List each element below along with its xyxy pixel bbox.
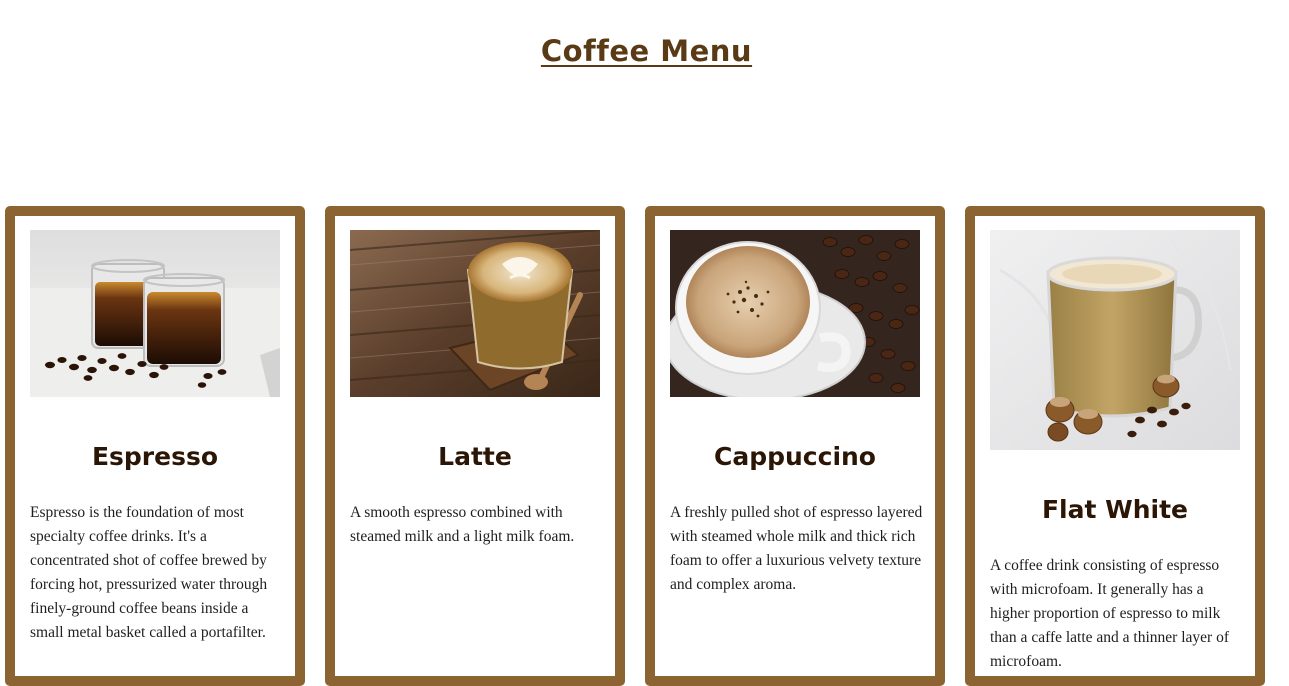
menu-card-flat-white: Flat White A coffee drink consisting of …: [965, 206, 1265, 686]
menu-card-description: A freshly pulled shot of espresso layere…: [670, 504, 923, 593]
espresso-image: [30, 230, 280, 397]
menu-card-title: Espresso: [91, 442, 219, 471]
menu-card-title: Latte: [438, 442, 512, 471]
menu-card-latte: Latte A smooth espresso combined with st…: [325, 206, 625, 686]
menu-card-description: Espresso is the foundation of most speci…: [30, 504, 268, 641]
menu-card-espresso: Espresso Espresso is the foundation of m…: [5, 206, 305, 686]
menu-card-cappuccino: Cappuccino A freshly pulled shot of espr…: [645, 206, 945, 686]
latte-image: [350, 230, 600, 397]
menu-card-title: Cappuccino: [714, 442, 876, 471]
menu-card-description: A coffee drink consisting of espresso wi…: [990, 557, 1229, 670]
cappuccino-image: [670, 230, 920, 397]
menu-card-title: Flat White: [1041, 495, 1189, 524]
page-title: Coffee Menu: [540, 34, 753, 68]
menu-card-description: A smooth espresso combined with steamed …: [350, 504, 575, 545]
flat-white-image: [990, 230, 1240, 450]
